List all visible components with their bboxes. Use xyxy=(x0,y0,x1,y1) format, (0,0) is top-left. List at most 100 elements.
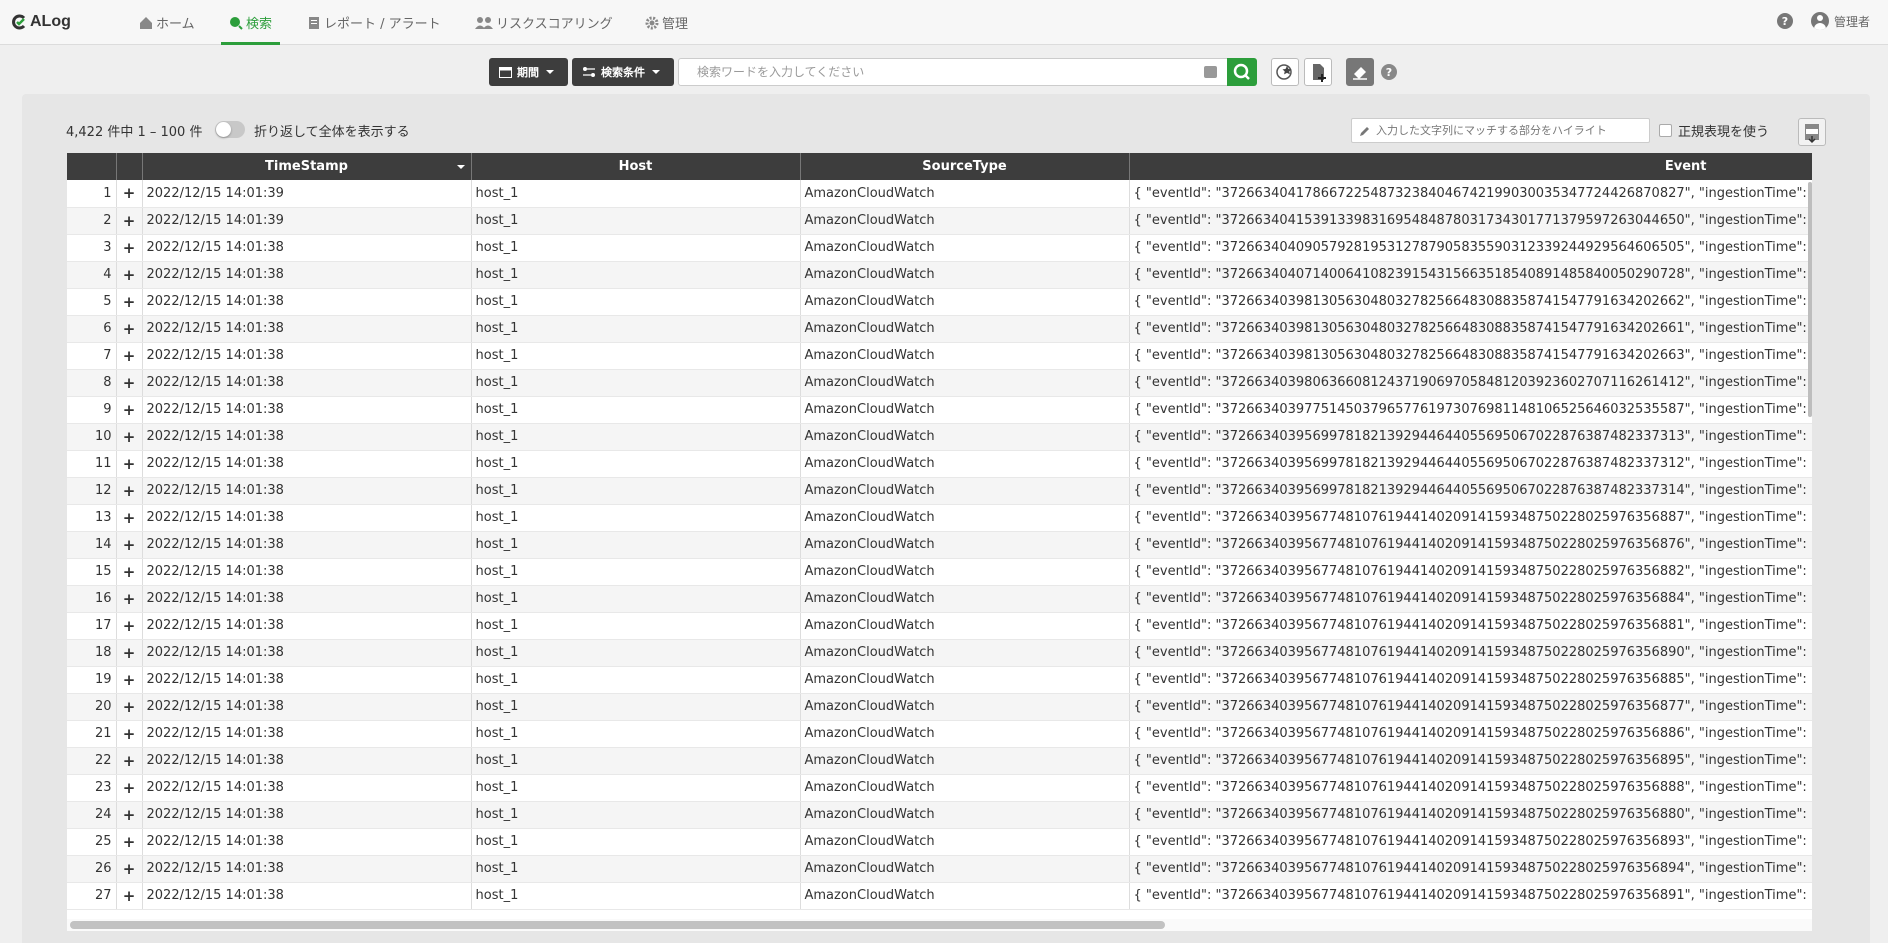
cell-sourcetype: AmazonCloudWatch xyxy=(800,558,1130,586)
table-row[interactable]: 15 +2022/12/15 14:01:38 host_1 AmazonCloudW… xyxy=(67,558,1812,586)
nav-tab-risk[interactable]: リスクスコアリング xyxy=(475,0,613,45)
nav-tab-home[interactable]: ホーム xyxy=(139,0,195,45)
table-row[interactable]: 3 +2022/12/15 14:01:38 host_1 AmazonCloudWa… xyxy=(67,234,1812,262)
expand-row-button[interactable]: + xyxy=(116,423,143,451)
search-input[interactable] xyxy=(697,65,1177,79)
nav-tab-admin[interactable]: 管理 xyxy=(645,0,688,45)
expand-row-button[interactable]: + xyxy=(116,585,143,613)
cell-event: { "eventId": "37266340417866722548732384… xyxy=(1129,180,1812,208)
expand-row-button[interactable]: + xyxy=(116,396,143,424)
table-row[interactable]: 19 +2022/12/15 14:01:38 host_1 AmazonCloudW… xyxy=(67,666,1812,694)
expand-row-button[interactable]: + xyxy=(116,288,143,316)
logo[interactable]: ALog xyxy=(10,11,71,33)
table-row[interactable]: 9 +2022/12/15 14:01:38 host_1 AmazonCloudWa… xyxy=(67,396,1812,424)
expand-row-button[interactable]: + xyxy=(116,666,143,694)
search-icon xyxy=(230,16,243,30)
cell-host: host_1 xyxy=(471,342,801,370)
table-row[interactable]: 4 +2022/12/15 14:01:38 host_1 AmazonCloudWa… xyxy=(67,261,1812,289)
table-row[interactable]: 23 +2022/12/15 14:01:38 host_1 AmazonCloudW… xyxy=(67,774,1812,802)
cell-sourcetype: AmazonCloudWatch xyxy=(800,180,1130,208)
header-sourcetype[interactable]: SourceType xyxy=(800,153,1130,180)
table-row[interactable]: 14 +2022/12/15 14:01:38 host_1 AmazonCloudW… xyxy=(67,531,1812,559)
help-icon[interactable]: ? xyxy=(1776,13,1793,29)
cell-host: host_1 xyxy=(471,423,801,451)
search-submit-button[interactable] xyxy=(1227,58,1257,86)
results-table-wrapper: TimeStamp Host SourceType Event 1 +2022/1… xyxy=(67,153,1812,930)
expand-row-button[interactable]: + xyxy=(116,558,143,586)
expand-row-button[interactable]: + xyxy=(116,612,143,640)
expand-row-button[interactable]: + xyxy=(116,531,143,559)
user-name[interactable]: 管理者 xyxy=(1834,13,1870,30)
table-row[interactable]: 10 +2022/12/15 14:01:38 host_1 AmazonCloudW… xyxy=(67,423,1812,451)
table-row[interactable]: 17 +2022/12/15 14:01:38 host_1 AmazonCloudW… xyxy=(67,612,1812,640)
cell-host: host_1 xyxy=(471,234,801,262)
table-row[interactable]: 8 +2022/12/15 14:01:38 host_1 AmazonCloudWa… xyxy=(67,369,1812,397)
table-row[interactable]: 11 +2022/12/15 14:01:38 host_1 AmazonCloudW… xyxy=(67,450,1812,478)
table-row[interactable]: 6 +2022/12/15 14:01:38 host_1 AmazonCloudWa… xyxy=(67,315,1812,343)
expand-row-button[interactable]: + xyxy=(116,747,143,775)
table-row[interactable]: 24 +2022/12/15 14:01:38 host_1 AmazonCloudW… xyxy=(67,801,1812,829)
header-timestamp[interactable]: TimeStamp xyxy=(142,153,472,180)
cell-sourcetype: AmazonCloudWatch xyxy=(800,585,1130,613)
table-row[interactable]: 5 +2022/12/15 14:01:38 host_1 AmazonCloudWa… xyxy=(67,288,1812,316)
expand-row-button[interactable]: + xyxy=(116,882,143,910)
expand-row-button[interactable]: + xyxy=(116,261,143,289)
table-row[interactable]: 1 +2022/12/15 14:01:39 host_1 AmazonCloudWa… xyxy=(67,180,1812,208)
highlight-input[interactable] xyxy=(1376,124,1636,137)
eraser-button[interactable] xyxy=(1346,58,1374,86)
table-row[interactable]: 20 +2022/12/15 14:01:38 host_1 AmazonCloudW… xyxy=(67,693,1812,721)
expand-row-button[interactable]: + xyxy=(116,828,143,856)
expand-row-button[interactable]: + xyxy=(116,774,143,802)
clock-icon[interactable] xyxy=(1204,66,1217,78)
period-button[interactable]: 期間 xyxy=(489,58,568,86)
table-row[interactable]: 16 +2022/12/15 14:01:38 host_1 AmazonCloudW… xyxy=(67,585,1812,613)
expand-row-button[interactable]: + xyxy=(116,720,143,748)
help-icon[interactable]: ? xyxy=(1381,64,1397,80)
expand-row-button[interactable]: + xyxy=(116,639,143,667)
table-row[interactable]: 18 +2022/12/15 14:01:38 host_1 AmazonCloudW… xyxy=(67,639,1812,667)
expand-row-button[interactable]: + xyxy=(116,504,143,532)
expand-row-button[interactable]: + xyxy=(116,693,143,721)
vertical-scrollbar[interactable] xyxy=(1808,182,1812,417)
saved-search-button[interactable] xyxy=(1271,58,1299,86)
cell-event: { "eventId": "37266340395677481076194414… xyxy=(1129,720,1812,748)
expand-row-button[interactable]: + xyxy=(116,369,143,397)
condition-button[interactable]: 検索条件 xyxy=(572,58,674,86)
cell-event: { "eventId": "37266340409057928195312787… xyxy=(1129,234,1812,262)
expand-row-button[interactable]: + xyxy=(116,855,143,883)
expand-row-button[interactable]: + xyxy=(116,801,143,829)
expand-row-button[interactable]: + xyxy=(116,180,143,208)
row-number: 16 xyxy=(67,585,117,613)
expand-row-button[interactable]: + xyxy=(116,234,143,262)
expand-row-button[interactable]: + xyxy=(116,342,143,370)
wrap-toggle[interactable] xyxy=(215,121,245,138)
table-row[interactable]: 2 +2022/12/15 14:01:39 host_1 AmazonCloudWa… xyxy=(67,207,1812,235)
table-row[interactable]: 26 +2022/12/15 14:01:38 host_1 AmazonCloudW… xyxy=(67,855,1812,883)
table-row[interactable]: 21 +2022/12/15 14:01:38 host_1 AmazonCloudW… xyxy=(67,720,1812,748)
header-host[interactable]: Host xyxy=(471,153,801,180)
csv-download-button[interactable] xyxy=(1798,118,1826,146)
user-avatar-icon[interactable] xyxy=(1810,12,1829,30)
nav-tab-report[interactable]: レポート / アラート xyxy=(307,0,441,45)
table-row[interactable]: 27 +2022/12/15 14:01:38 host_1 AmazonCloudW… xyxy=(67,882,1812,910)
table-row[interactable]: 13 +2022/12/15 14:01:38 host_1 AmazonCloudW… xyxy=(67,504,1812,532)
cell-timestamp: 2022/12/15 14:01:39 xyxy=(142,207,472,235)
table-row[interactable]: 25 +2022/12/15 14:01:38 host_1 AmazonCloudW… xyxy=(67,828,1812,856)
cell-event: { "eventId": "37266340395677481076194414… xyxy=(1129,612,1812,640)
horizontal-scrollbar[interactable] xyxy=(70,921,1165,929)
nav-tab-search[interactable]: 検索 xyxy=(220,0,281,45)
table-row[interactable]: 22 +2022/12/15 14:01:38 host_1 AmazonCloudW… xyxy=(67,747,1812,775)
new-document-button[interactable] xyxy=(1304,58,1332,86)
row-number: 18 xyxy=(67,639,117,667)
cell-host: host_1 xyxy=(471,531,801,559)
expand-row-button[interactable]: + xyxy=(116,477,143,505)
expand-row-button[interactable]: + xyxy=(116,207,143,235)
cell-host: host_1 xyxy=(471,720,801,748)
cell-timestamp: 2022/12/15 14:01:38 xyxy=(142,666,472,694)
table-row[interactable]: 7 +2022/12/15 14:01:38 host_1 AmazonCloudWa… xyxy=(67,342,1812,370)
regex-checkbox[interactable] xyxy=(1659,124,1672,137)
table-row[interactable]: 12 +2022/12/15 14:01:38 host_1 AmazonCloudW… xyxy=(67,477,1812,505)
header-event[interactable]: Event xyxy=(1129,153,1812,180)
expand-row-button[interactable]: + xyxy=(116,315,143,343)
expand-row-button[interactable]: + xyxy=(116,450,143,478)
